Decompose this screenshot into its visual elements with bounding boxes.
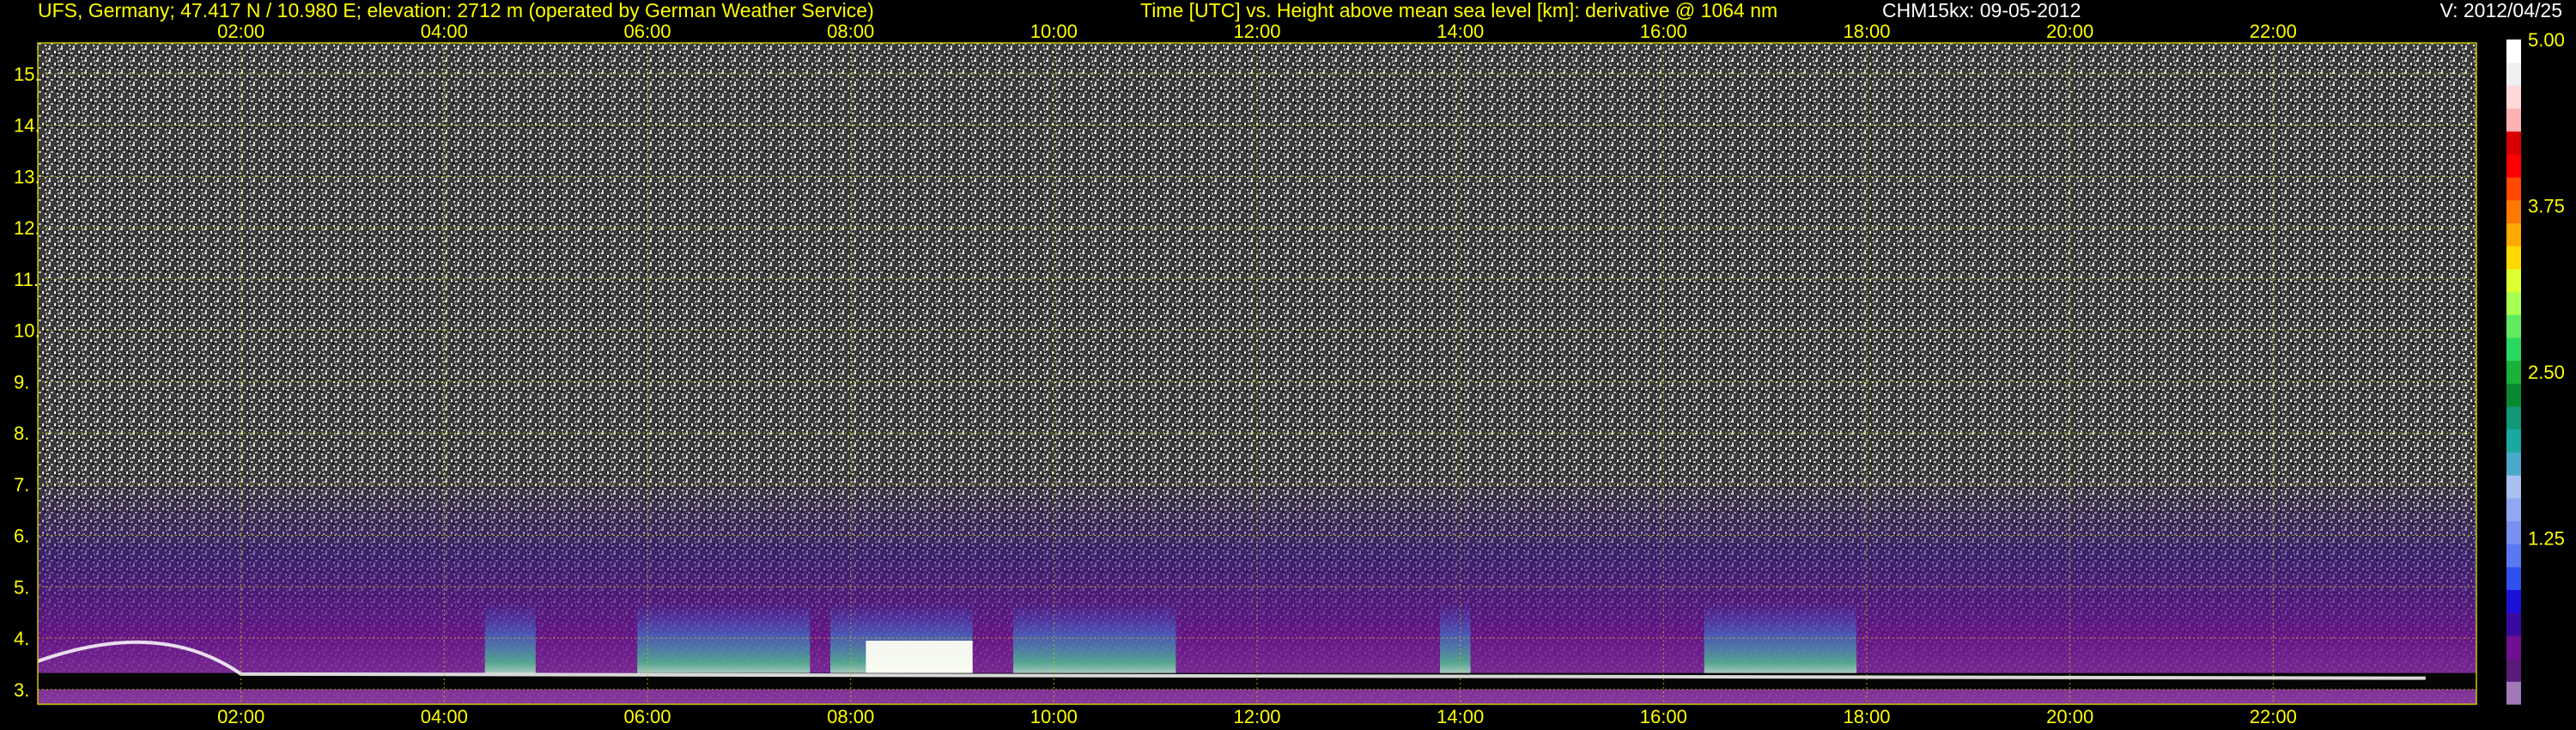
chart-title: Time [UTC] vs. Height above mean sea lev… [1140, 0, 1778, 21]
y-tick-label: 15. [14, 64, 40, 85]
colorbar-swatch [2506, 429, 2521, 453]
colorbar-swatch [2506, 475, 2521, 499]
colorbar-swatch [2506, 635, 2521, 660]
instrument-date: CHM15kx: 09-05-2012 [1882, 0, 2081, 21]
x-tick-label-top: 16:00 [1640, 21, 1687, 42]
x-tick-label-bottom: 10:00 [1030, 706, 1078, 727]
y-tick-label: 13. [14, 166, 40, 187]
y-tick-label: 10. [14, 320, 40, 342]
colorbar-tick-label: 1.25 [2528, 528, 2565, 550]
x-tick-label-bottom: 14:00 [1437, 706, 1484, 727]
colorbar-swatch [2506, 40, 2521, 64]
enhanced-backscatter-band [484, 602, 536, 682]
colorbar-swatch [2506, 406, 2521, 430]
x-tick-label-top: 08:00 [827, 21, 874, 42]
x-tick-label-top: 22:00 [2250, 21, 2297, 42]
ceilometer-chart: 3. 4. 5. 6. 7. 8. 9. 10. 11. 12. 13. 14. 15. 02:00 04… [14, 21, 2565, 727]
site-info: UFS, Germany; 47.417 N / 10.980 E; eleva… [38, 0, 874, 21]
x-tick-label-top: 18:00 [1843, 21, 1890, 42]
colorbar-swatch [2506, 544, 2521, 568]
y-axis: 3. 4. 5. 6. 7. 8. 9. 10. 11. 12. 13. 14. 15. [14, 64, 40, 701]
colorbar-swatch [2506, 291, 2521, 315]
colorbar-swatch [2506, 383, 2521, 407]
colorbar-swatch [2506, 246, 2521, 270]
enhanced-backscatter-band [1440, 602, 1471, 682]
y-tick-label: 14. [14, 115, 40, 137]
saturated-region [866, 641, 973, 677]
x-tick-label-bottom: 16:00 [1640, 706, 1687, 727]
colorbar-swatch [2506, 154, 2521, 178]
colorbar [2506, 40, 2521, 705]
x-tick-label-top: 14:00 [1437, 21, 1484, 42]
x-axis-top: 02:00 04:00 06:00 08:00 10:00 12:00 14:00 16:00… [217, 21, 2297, 42]
colorbar-swatch [2506, 177, 2521, 201]
colorbar-ticks: 5.00 3.75 2.50 1.25 [2528, 29, 2565, 550]
x-tick-label-top: 20:00 [2046, 21, 2093, 42]
y-tick-label: 6. [14, 526, 29, 547]
colorbar-swatch [2506, 131, 2521, 155]
x-tick-label-bottom: 08:00 [827, 706, 874, 727]
colorbar-swatch [2506, 85, 2521, 109]
y-tick-label: 8. [14, 423, 29, 444]
x-tick-label-top: 06:00 [623, 21, 671, 42]
x-tick-label-bottom: 04:00 [421, 706, 468, 727]
x-tick-label-bottom: 06:00 [623, 706, 671, 727]
colorbar-swatch [2506, 658, 2521, 682]
x-tick-label-top: 04:00 [421, 21, 468, 42]
enhanced-backscatter-band [1704, 602, 1857, 682]
x-tick-label-bottom: 12:00 [1233, 706, 1280, 727]
x-tick-label-bottom: 22:00 [2250, 706, 2297, 727]
colorbar-swatch [2506, 268, 2521, 293]
colorbar-swatch [2506, 452, 2521, 476]
x-tick-label-bottom: 02:00 [217, 706, 264, 727]
colorbar-swatch [2506, 566, 2521, 591]
x-tick-label-bottom: 18:00 [1843, 706, 1890, 727]
colorbar-swatch [2506, 199, 2521, 224]
colorbar-tick-label: 5.00 [2528, 29, 2565, 51]
y-tick-label: 5. [14, 576, 29, 598]
y-tick-label: 11. [14, 269, 39, 290]
colorbar-swatch [2506, 612, 2521, 636]
colorbar-swatch [2506, 681, 2521, 705]
x-tick-label-top: 10:00 [1030, 21, 1078, 42]
colorbar-swatch [2506, 222, 2521, 246]
enhanced-backscatter-band [637, 602, 811, 682]
x-tick-label-bottom: 20:00 [2046, 706, 2093, 727]
colorbar-tick-label: 3.75 [2528, 196, 2565, 217]
colorbar-swatch [2506, 589, 2521, 613]
x-tick-label-top: 02:00 [217, 21, 264, 42]
colorbar-swatch [2506, 108, 2521, 132]
version-label: V: 2012/04/25 [2439, 0, 2562, 21]
colorbar-swatch [2506, 337, 2521, 362]
y-tick-label: 9. [14, 371, 29, 392]
colorbar-swatch [2506, 497, 2521, 521]
y-tick-label: 7. [14, 474, 29, 496]
colorbar-swatch [2506, 314, 2521, 338]
colorbar-swatch [2506, 360, 2521, 384]
colorbar-tick-label: 2.50 [2528, 362, 2565, 383]
x-tick-label-top: 12:00 [1233, 21, 1280, 42]
enhanced-backscatter-band [1013, 602, 1176, 682]
y-tick-label: 3. [14, 679, 29, 701]
x-axis-bottom: 02:00 04:00 06:00 08:00 10:00 12:00 14:00 16:00… [217, 706, 2297, 727]
colorbar-swatch [2506, 62, 2521, 86]
colorbar-swatch [2506, 520, 2521, 544]
y-tick-label: 12. [14, 217, 40, 239]
y-tick-label: 4. [14, 628, 29, 649]
